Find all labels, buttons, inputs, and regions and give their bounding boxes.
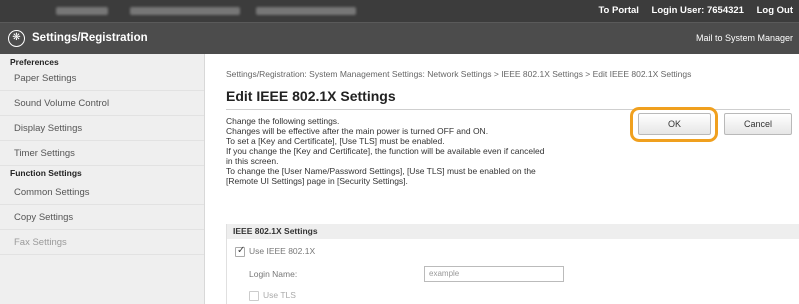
header-bar: ❋ Settings/Registration Mail to System M…	[0, 22, 799, 54]
description-line: Changes will be effective after the main…	[226, 126, 489, 136]
sidebar-item-fax-settings[interactable]: Fax Settings	[0, 230, 204, 255]
sidebar-item-copy-settings[interactable]: Copy Settings	[0, 205, 204, 230]
sidebar-item-timer-settings[interactable]: Timer Settings	[0, 141, 204, 166]
login-user-text: Login User: 7654321	[651, 5, 744, 16]
use-ieee-label: Use IEEE 802.1X	[249, 246, 316, 256]
description-line: [Remote UI Settings] page in [Security S…	[226, 176, 408, 186]
login-name-input[interactable]: example	[424, 266, 564, 282]
logout-link[interactable]: Log Out	[757, 5, 793, 16]
blurred-text	[256, 7, 356, 15]
cancel-button[interactable]: Cancel	[724, 113, 792, 135]
sidebar-item-paper-settings[interactable]: Paper Settings	[0, 66, 204, 91]
use-tls-checkbox[interactable]	[249, 291, 259, 301]
top-bar: To Portal Login User: 7654321 Log Out	[0, 0, 799, 22]
description-line: To change the [User Name/Password Settin…	[226, 166, 536, 176]
description-line: Change the following settings.	[226, 116, 340, 126]
settings-logo-icon: ❋	[8, 30, 25, 47]
sidebar: Preferences Paper Settings Sound Volume …	[0, 54, 205, 304]
description-text: Change the following settings. Changes w…	[226, 116, 626, 186]
section-header: IEEE 802.1X Settings	[227, 224, 799, 239]
top-links: To Portal Login User: 7654321 Log Out	[588, 5, 793, 16]
sidebar-item-display-settings[interactable]: Display Settings	[0, 116, 204, 141]
description-line: If you change the [Key and Certificate],…	[226, 146, 545, 156]
sidebar-item-sound-volume-control[interactable]: Sound Volume Control	[0, 91, 204, 116]
blurred-text	[130, 7, 240, 15]
use-ieee-checkbox[interactable]	[235, 245, 245, 257]
description-line: in this screen.	[226, 156, 279, 166]
breadcrumb: Settings/Registration: System Management…	[226, 69, 692, 79]
sidebar-category-function-settings: Function Settings	[10, 168, 82, 178]
login-name-label: Login Name:	[249, 269, 298, 279]
ok-button[interactable]: OK	[638, 113, 711, 135]
ieee-settings-section: IEEE 802.1X Settings Use IEEE 802.1X Log…	[226, 224, 799, 304]
description-line: To set a [Key and Certificate], [Use TLS…	[226, 136, 445, 146]
blurred-text	[56, 7, 108, 15]
sidebar-category-preferences: Preferences	[10, 57, 59, 67]
page-title: Edit IEEE 802.1X Settings	[226, 88, 396, 104]
to-portal-link[interactable]: To Portal	[598, 5, 638, 16]
header-title: Settings/Registration	[32, 32, 148, 44]
sidebar-item-common-settings[interactable]: Common Settings	[0, 180, 204, 205]
mail-to-system-manager-link[interactable]: Mail to System Manager	[696, 33, 793, 43]
use-tls-row: Use TLS	[227, 287, 799, 304]
main-content: Settings/Registration: System Management…	[205, 54, 799, 304]
use-ieee-row: Use IEEE 802.1X	[227, 242, 799, 263]
use-tls-label: Use TLS	[263, 290, 296, 300]
